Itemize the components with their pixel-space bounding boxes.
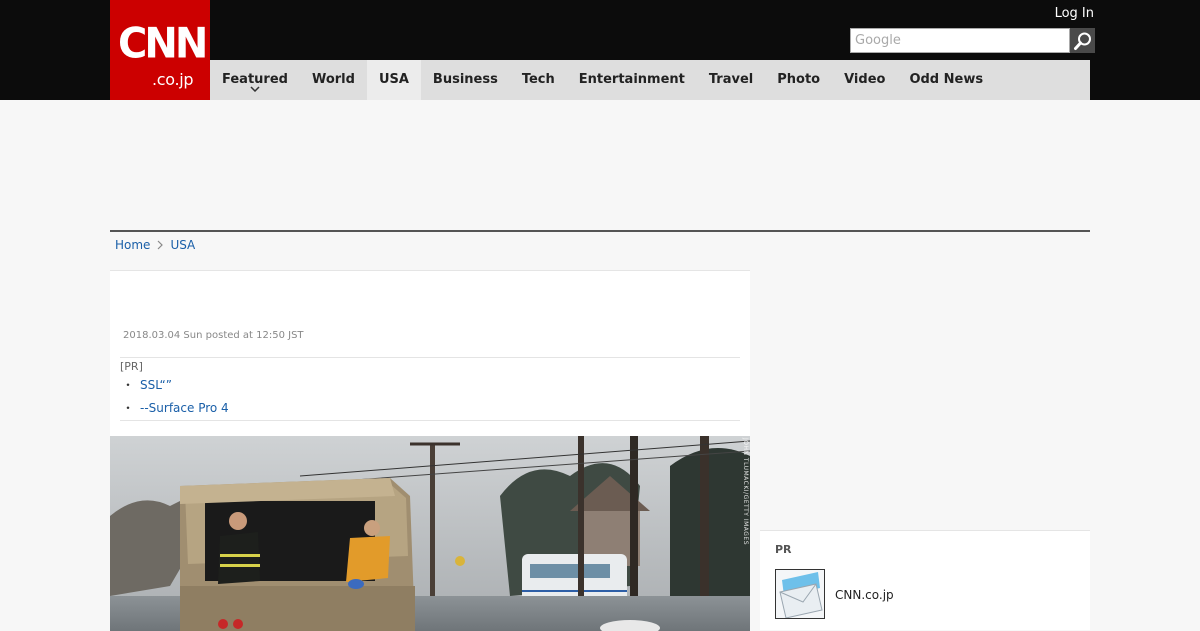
login-link[interactable]: Log In bbox=[1055, 6, 1094, 21]
mail-envelope-icon bbox=[776, 570, 824, 618]
pr-thumbnail[interactable] bbox=[775, 569, 825, 619]
nav-item-odd-news[interactable]: Odd News bbox=[897, 60, 995, 100]
pr-link-ssl[interactable]: ・ SSL“” bbox=[122, 376, 172, 393]
breadcrumb: Home USA bbox=[115, 238, 195, 252]
nav-item-world[interactable]: World bbox=[300, 60, 367, 100]
nav-item-label: Photo bbox=[777, 72, 821, 87]
nav-item-photo[interactable]: Photo bbox=[765, 60, 832, 100]
article-card: 2018.03.04 Sun posted at 12:50 JST [PR] … bbox=[110, 270, 750, 631]
header-divider bbox=[110, 230, 1090, 232]
nav-item-label: USA bbox=[378, 72, 409, 87]
chevron-down-icon bbox=[250, 86, 260, 92]
nav-item-label: Entertainment bbox=[578, 72, 685, 87]
nav-item-business[interactable]: Business bbox=[421, 60, 510, 100]
chevron-right-icon bbox=[158, 240, 164, 250]
nav-item-travel[interactable]: Travel bbox=[697, 60, 765, 100]
nav-item-video[interactable]: Video bbox=[832, 60, 897, 100]
search-input[interactable] bbox=[850, 28, 1070, 53]
pr-item-link[interactable]: CNN.co.jp bbox=[835, 588, 894, 602]
nav-item-tech[interactable]: Tech bbox=[510, 60, 567, 100]
flood-truck-photo bbox=[110, 436, 750, 631]
pr-box-title: PR bbox=[775, 543, 792, 556]
bullet: ・ bbox=[122, 401, 135, 415]
pr-link-text: SSL“” bbox=[140, 378, 172, 392]
sidebar-ad-slot bbox=[760, 270, 1090, 520]
photo-credit: JOHN TLUMACKI/GETTY IMAGES bbox=[742, 438, 749, 546]
nav-item-label: Tech bbox=[521, 72, 555, 87]
bullet: ・ bbox=[122, 378, 135, 392]
search-icon bbox=[1073, 32, 1091, 50]
pr-link-surface[interactable]: ・ --Surface Pro 4 bbox=[122, 399, 229, 416]
breadcrumb-home[interactable]: Home bbox=[115, 238, 150, 252]
cnn-logo[interactable]: CNN .co.jp bbox=[110, 0, 210, 100]
nav-item-label: World bbox=[311, 72, 355, 87]
article-photo: JOHN TLUMACKI/GETTY IMAGES bbox=[110, 436, 750, 631]
pr-link-text: --Surface Pro 4 bbox=[140, 401, 229, 415]
main-nav: Featured World USA Business Tech Entertainmen… bbox=[210, 60, 1090, 100]
pr-tag: [PR] bbox=[120, 360, 143, 373]
pr-links-block: [PR] ・ SSL“” ・ --Surface Pro 4 bbox=[120, 357, 740, 421]
nav-item-label: Odd News bbox=[909, 72, 984, 87]
logo-domain: .co.jp bbox=[152, 70, 194, 89]
sidebar-pr-box: PR CNN.co.jp bbox=[760, 530, 1090, 630]
nav-item-featured[interactable]: Featured bbox=[210, 60, 300, 100]
nav-item-label: Business bbox=[432, 72, 498, 87]
top-ad-slot bbox=[110, 100, 1090, 230]
logo-wordmark: CNN bbox=[118, 19, 208, 69]
nav-item-entertainment[interactable]: Entertainment bbox=[567, 60, 697, 100]
search-form bbox=[850, 28, 1095, 53]
search-button[interactable] bbox=[1070, 28, 1095, 53]
nav-item-usa[interactable]: USA bbox=[366, 60, 421, 100]
nav-item-label: Video bbox=[844, 72, 886, 87]
nav-item-label: Featured bbox=[222, 72, 288, 87]
article-date: 2018.03.04 Sun posted at 12:50 JST bbox=[123, 330, 304, 341]
breadcrumb-usa[interactable]: USA bbox=[170, 238, 195, 252]
nav-item-label: Travel bbox=[708, 72, 754, 87]
site-header: CNN .co.jp Log In Featured World USA Busine… bbox=[0, 0, 1200, 100]
